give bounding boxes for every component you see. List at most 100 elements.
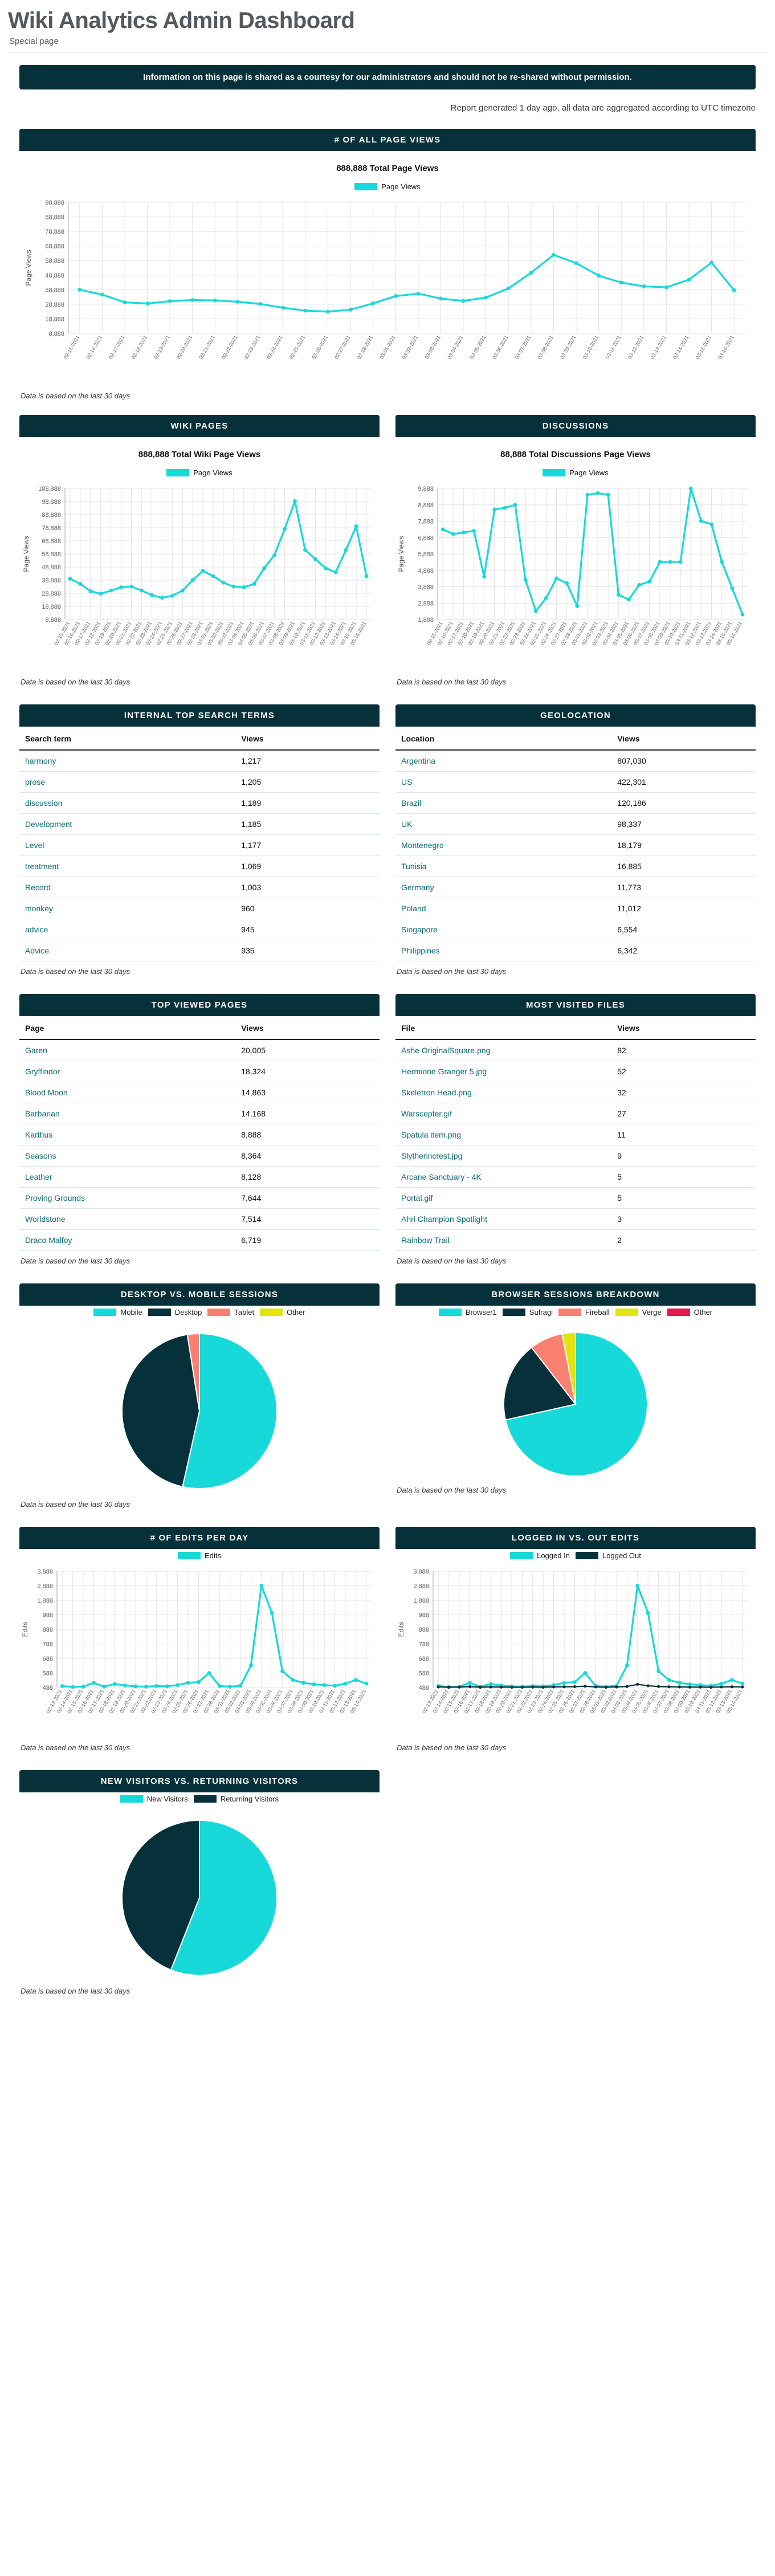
row-label[interactable]: Brazil [395, 792, 612, 814]
table-row[interactable]: Karthus 8,888 [19, 1124, 380, 1146]
legend-item[interactable]: Page Views [542, 468, 609, 477]
row-label[interactable]: treatment [19, 855, 236, 877]
table-row[interactable]: UK 98,337 [395, 813, 756, 835]
row-label[interactable]: Portal.gif [395, 1187, 612, 1209]
table-row[interactable]: Leather 8,128 [19, 1166, 380, 1188]
table-row[interactable]: Ahri Champion Spotlight 3 [395, 1208, 756, 1230]
table-row[interactable]: Brazil 120,186 [395, 792, 756, 814]
table-row[interactable]: Tunisia 16,885 [395, 855, 756, 877]
legend-item[interactable]: Desktop [148, 1308, 202, 1316]
table-row[interactable]: prose 1,205 [19, 771, 380, 793]
table-row[interactable]: advice 945 [19, 919, 380, 940]
table-row[interactable]: US 422,301 [395, 771, 756, 793]
row-label[interactable]: Record [19, 877, 236, 898]
row-label[interactable]: Philippines [395, 940, 612, 961]
row-label[interactable]: UK [395, 813, 612, 835]
table-row[interactable]: Seasons 8,364 [19, 1145, 380, 1167]
table-row[interactable]: Skeletron Head.png 32 [395, 1082, 756, 1103]
row-label[interactable]: Germany [395, 877, 612, 898]
table-row[interactable]: Record 1,003 [19, 877, 380, 898]
table-row[interactable]: Rainbow Trail 2 [395, 1229, 756, 1251]
row-label[interactable]: Worldstone [19, 1208, 236, 1230]
row-label[interactable]: Draco Malfoy [19, 1229, 236, 1251]
row-label[interactable]: advice [19, 919, 236, 940]
legend-item[interactable]: Logged In [510, 1551, 570, 1560]
row-label[interactable]: Singapore [395, 919, 612, 940]
table-row[interactable]: Proving Grounds 7,644 [19, 1187, 380, 1209]
row-label[interactable]: Warscepter.gif [395, 1103, 612, 1124]
table-row[interactable]: Advice 935 [19, 940, 380, 961]
row-label[interactable]: Leather [19, 1166, 236, 1188]
row-label[interactable]: Slytherincrest.jpg [395, 1145, 612, 1167]
legend-item[interactable]: Page Views [166, 468, 232, 477]
pie-slice[interactable] [121, 1334, 201, 1487]
row-label[interactable]: discussion [19, 792, 236, 814]
table-row[interactable]: treatment 1,069 [19, 855, 380, 877]
table-row[interactable]: monkey 960 [19, 898, 380, 919]
row-label[interactable]: Hermione Granger 5.jpg [395, 1061, 612, 1082]
row-label[interactable]: Level [19, 834, 236, 856]
row-value: 960 [235, 898, 380, 919]
row-label[interactable]: Gryffindor [19, 1061, 236, 1082]
legend-item[interactable]: Edits [178, 1551, 221, 1560]
legend-item[interactable]: Sufragi [502, 1308, 553, 1316]
table-row[interactable]: Argentina 807,030 [395, 750, 756, 772]
row-label[interactable]: Rainbow Trail [395, 1229, 612, 1251]
table-row[interactable]: Germany 11,773 [395, 877, 756, 898]
table-row[interactable]: Worldstone 7,514 [19, 1208, 380, 1230]
table-row[interactable]: Barbarian 14,168 [19, 1103, 380, 1124]
row-label[interactable]: US [395, 771, 612, 793]
table-row[interactable]: Development 1,185 [19, 813, 380, 835]
row-label[interactable]: prose [19, 771, 236, 793]
legend-item[interactable]: Tablet [207, 1308, 254, 1316]
legend-item[interactable]: Mobile [93, 1308, 142, 1316]
table-row[interactable]: Montenegro 18,179 [395, 834, 756, 856]
legend-item[interactable]: Other [260, 1308, 305, 1316]
legend-item[interactable]: Other [667, 1308, 712, 1316]
table-row[interactable]: Philippines 6,342 [395, 940, 756, 961]
row-label[interactable]: Arcane Sanctuary - 4K [395, 1166, 612, 1188]
row-label[interactable]: Ashe OriginalSquare.png [395, 1040, 612, 1061]
row-label[interactable]: Skeletron Head.png [395, 1082, 612, 1103]
table-row[interactable]: Spatula item.png 11 [395, 1124, 756, 1146]
row-label[interactable]: Development [19, 813, 236, 835]
table-row[interactable]: harmony 1,217 [19, 750, 380, 772]
row-label[interactable]: Seasons [19, 1145, 236, 1167]
row-label[interactable]: Proving Grounds [19, 1187, 236, 1209]
row-label[interactable]: Garen [19, 1040, 236, 1061]
table-row[interactable]: Warscepter.gif 27 [395, 1103, 756, 1124]
table-row[interactable]: Garen 20,005 [19, 1040, 380, 1061]
row-label[interactable]: Montenegro [395, 834, 612, 856]
table-row[interactable]: Slytherincrest.jpg 9 [395, 1145, 756, 1167]
table-row[interactable]: Poland 11,012 [395, 898, 756, 919]
legend-item[interactable]: Logged Out [575, 1551, 641, 1560]
table-row[interactable]: Blood Moon 14,863 [19, 1082, 380, 1103]
row-label[interactable]: monkey [19, 898, 236, 919]
table-row[interactable]: Level 1,177 [19, 834, 380, 856]
row-label[interactable]: Spatula item.png [395, 1124, 612, 1146]
row-label[interactable]: harmony [19, 750, 236, 772]
row-label[interactable]: Tunisia [395, 855, 612, 877]
legend-item[interactable]: Verge [615, 1308, 662, 1316]
table-row[interactable]: discussion 1,189 [19, 792, 380, 814]
legend-item[interactable]: New Visitors [120, 1795, 188, 1803]
legend-item[interactable]: Browser1 [438, 1308, 497, 1316]
legend-item[interactable]: Page Views [354, 182, 421, 191]
row-label[interactable]: Advice [19, 940, 236, 961]
row-label[interactable]: Poland [395, 898, 612, 919]
table-row[interactable]: Ashe OriginalSquare.png 82 [395, 1040, 756, 1061]
row-label[interactable]: Ahri Champion Spotlight [395, 1208, 612, 1230]
row-label[interactable]: Barbarian [19, 1103, 236, 1124]
legend-item[interactable]: Fireball [558, 1308, 610, 1316]
table-row[interactable]: Arcane Sanctuary - 4K 5 [395, 1166, 756, 1188]
row-label[interactable]: Karthus [19, 1124, 236, 1146]
legend-item[interactable]: Returning Visitors [193, 1795, 279, 1803]
table-row[interactable]: Draco Malfoy 6,719 [19, 1229, 380, 1251]
table-row[interactable]: Gryffindor 18,324 [19, 1061, 380, 1082]
table-row[interactable]: Singapore 6,554 [395, 919, 756, 940]
table-row[interactable]: Hermione Granger 5.jpg 52 [395, 1061, 756, 1082]
svg-text:488: 488 [43, 1685, 53, 1691]
row-label[interactable]: Argentina [395, 750, 612, 772]
table-row[interactable]: Portal.gif 5 [395, 1187, 756, 1209]
row-label[interactable]: Blood Moon [19, 1082, 236, 1103]
